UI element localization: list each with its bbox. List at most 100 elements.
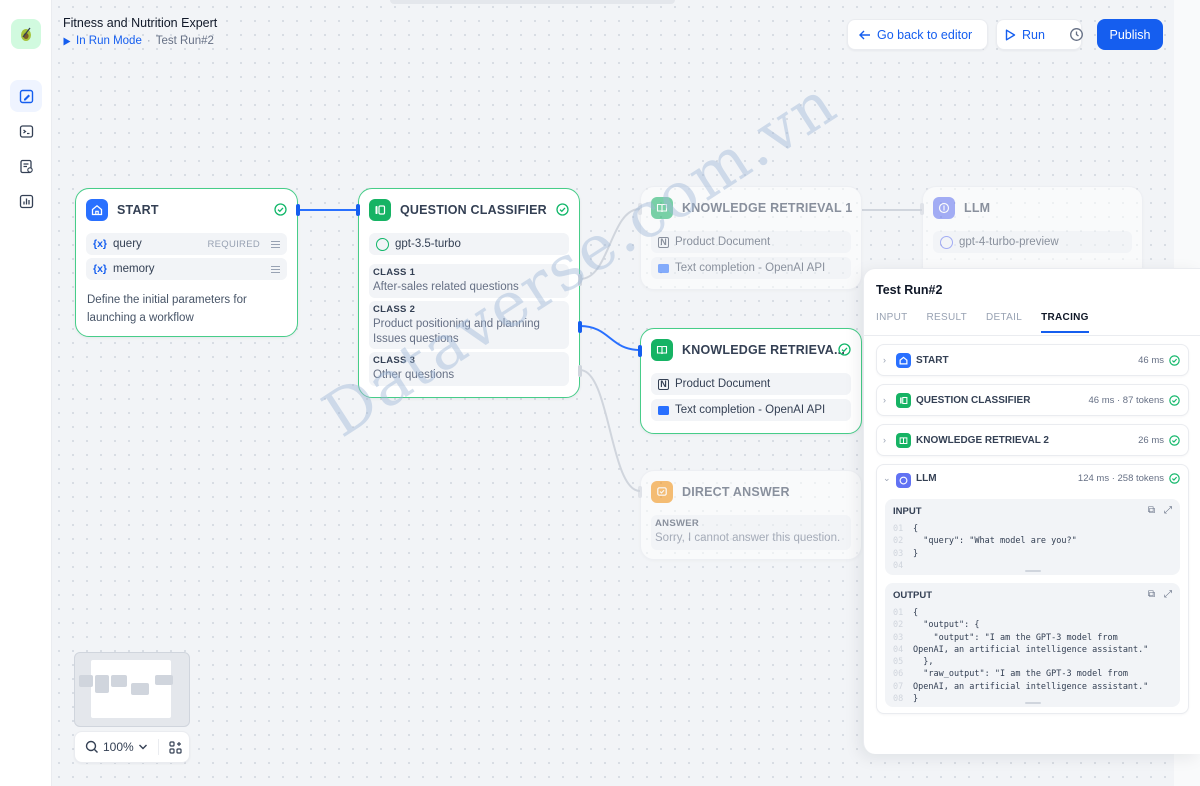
class-text: Product positioning and planning Issues … [373, 318, 540, 345]
variable-icon: {x} [93, 263, 108, 275]
test-run-panel: Test Run#2 INPUT RESULT DETAIL TRACING ›… [863, 268, 1200, 754]
line-number: 08 [893, 694, 904, 705]
embedding-name: Text completion - OpenAI API [675, 404, 826, 416]
tab-input[interactable]: INPUT [876, 312, 908, 333]
book-icon [896, 432, 911, 448]
tab-tracing[interactable]: TRACING [1041, 312, 1089, 333]
kr1-embedding[interactable]: Text completion - OpenAI API [651, 257, 851, 279]
trace-meta: 46 ms · 87 tokens [1088, 394, 1164, 406]
start-node-title: START [117, 203, 159, 217]
start-variable-memory[interactable]: {x} memory [86, 258, 287, 280]
trace-item-start[interactable]: › START 46 ms [876, 344, 1189, 376]
line-number: 07 [893, 681, 904, 692]
code-line: OpenAI, an artificial intelligence assis… [913, 681, 1149, 692]
code-line: { [913, 608, 919, 618]
classifier-node-header: QUESTION CLASSIFIER [369, 199, 547, 221]
kr2-input-handle[interactable] [638, 345, 642, 357]
tab-detail[interactable]: DETAIL [986, 312, 1022, 333]
output-code: 01 { 02 "output": { 03 "output": "I am th… [893, 607, 1148, 705]
classifier-icon [369, 199, 391, 221]
trace-meta: 46 ms [1138, 354, 1164, 366]
direct-node-header: DIRECT ANSWER [651, 481, 790, 503]
resize-grip[interactable] [1024, 570, 1041, 572]
trace-item-question-classifier[interactable]: › QUESTION CLASSIFIER 46 ms · 87 tokens [876, 384, 1189, 416]
trace-item-knowledge-retrieval-2[interactable]: › KNOWLEDGE RETRIEVAL 2 26 ms [876, 424, 1189, 456]
success-check-icon [838, 343, 851, 356]
class-item-3[interactable]: CLASS 3 Other questions [369, 352, 569, 386]
classifier-model[interactable]: gpt-3.5-turbo [369, 233, 569, 255]
question-classifier-node[interactable]: QUESTION CLASSIFIER gpt-3.5-turbo CLASS … [356, 188, 582, 398]
start-node[interactable]: START {x} query REQUIRED {x} memory Defi… [75, 188, 300, 337]
folder-icon [658, 263, 669, 273]
trace-meta: 124 ms · 258 tokens [1077, 473, 1164, 484]
line-number: 01 [893, 524, 904, 534]
success-check-icon [1169, 473, 1180, 484]
panel-title: Test Run#2 [876, 283, 943, 297]
line-number: 02 [893, 536, 904, 547]
llm-icon [933, 197, 955, 219]
llm-input-handle[interactable] [920, 203, 924, 215]
openai-model-icon [940, 235, 953, 249]
code-line: "output": "I am the GPT-3 model from [913, 632, 1118, 643]
kr2-dataset[interactable]: N Product Document [651, 373, 851, 395]
kr1-input-handle[interactable] [638, 203, 642, 215]
start-variable-query[interactable]: {x} query REQUIRED [86, 233, 287, 255]
classifier-icon [896, 392, 911, 408]
output-heading: OUTPUT [893, 590, 933, 601]
trace-name: START [916, 354, 949, 366]
class-2-output-handle[interactable] [578, 321, 582, 333]
answer-icon [651, 481, 673, 503]
line-number: 02 [893, 620, 904, 631]
notion-icon: N [658, 378, 669, 390]
variable-name: memory [113, 263, 155, 275]
direct-answer-node[interactable]: DIRECT ANSWER ANSWER Sorry, I cannot ans… [638, 470, 862, 560]
answer-text: Sorry, I cannot answer this question. [655, 532, 841, 544]
tab-result[interactable]: RESULT [927, 312, 968, 333]
resize-grip[interactable] [1024, 702, 1041, 704]
copy-icon[interactable]: ⧉ [1148, 589, 1155, 600]
direct-input-handle[interactable] [638, 486, 642, 498]
trace-name: QUESTION CLASSIFIER [916, 394, 1031, 406]
kr2-node-header: KNOWLEDGE RETRIEVA... [651, 339, 845, 361]
organize-nodes-icon[interactable] [169, 740, 182, 754]
chevron-right-icon: › [883, 435, 886, 445]
classifier-input-handle[interactable] [356, 204, 360, 216]
answer-box[interactable]: ANSWER Sorry, I cannot answer this quest… [651, 515, 851, 550]
start-output-handle[interactable] [296, 204, 300, 216]
class-label: CLASS 1 [373, 267, 416, 278]
zoom-divider [157, 739, 159, 755]
class-item-1[interactable]: CLASS 1 After-sales related questions [369, 264, 569, 298]
llm-node-title: LLM [964, 201, 991, 215]
kr1-node-header: KNOWLEDGE RETRIEVAL 1 [651, 197, 852, 219]
code-line: OpenAI, an artificial intelligence assis… [913, 644, 1149, 655]
direct-node-title: DIRECT ANSWER [682, 485, 790, 499]
zoom-control[interactable]: 100% [74, 731, 190, 763]
home-icon [896, 352, 911, 368]
kr1-dataset[interactable]: N Product Document [651, 231, 851, 253]
class-item-2[interactable]: CLASS 2 Product positioning and planning… [369, 301, 569, 349]
llm-model[interactable]: gpt-4-turbo-preview [933, 231, 1132, 253]
dataset-name: Product Document [675, 378, 771, 390]
expand-icon[interactable]: ⤢ [1164, 589, 1172, 600]
class-3-output-handle[interactable] [578, 365, 582, 377]
knowledge-retrieval-1-node[interactable]: KNOWLEDGE RETRIEVAL 1 N Product Document… [638, 186, 862, 290]
notion-icon: N [658, 236, 669, 248]
class-1-output-handle[interactable] [578, 274, 582, 286]
tabs-divider [864, 335, 1200, 336]
kr2-embedding[interactable]: Text completion - OpenAI API [651, 399, 851, 421]
class-text: After-sales related questions [373, 281, 519, 293]
folder-icon [658, 405, 669, 415]
code-line: }, [913, 657, 934, 668]
llm-output-box: OUTPUT ⧉ ⤢ 01 { 02 "output": { 03 "output… [885, 583, 1180, 707]
copy-icon[interactable]: ⧉ [1148, 505, 1155, 516]
minimap[interactable] [74, 652, 190, 727]
code-line: "output": { [913, 620, 980, 631]
code-line: "query": "What model are you?" [913, 536, 1077, 547]
trace-item-llm[interactable]: ⌄ LLM 124 ms · 258 tokens INPUT ⧉ ⤢ 01 { … [876, 464, 1189, 714]
start-description: Define the initial parameters for launch… [87, 294, 247, 324]
minimap-node [155, 675, 173, 685]
zoom-search-icon [85, 740, 98, 753]
line-number: 06 [893, 669, 904, 680]
knowledge-retrieval-2-node[interactable]: KNOWLEDGE RETRIEVA... N Product Document… [638, 328, 862, 434]
expand-icon[interactable]: ⤢ [1164, 505, 1172, 516]
